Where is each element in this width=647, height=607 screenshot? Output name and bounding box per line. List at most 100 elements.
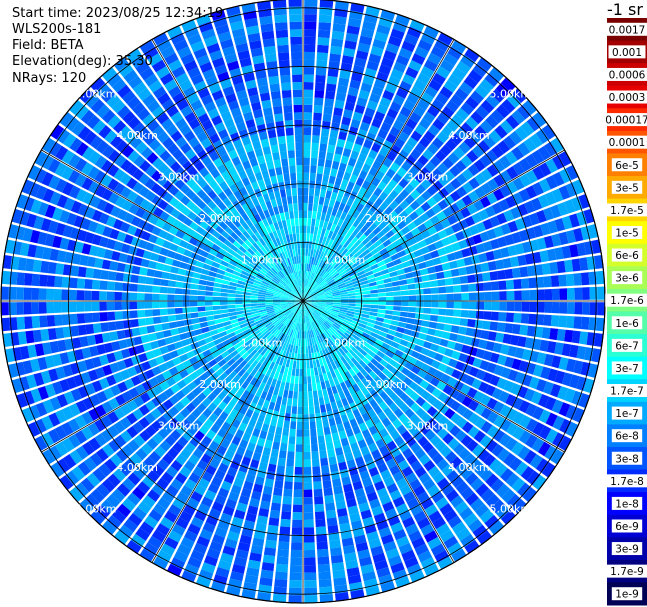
colorbar-tick-label: 1e-8 [615,498,639,510]
ppi-gate-cell [54,314,63,327]
ppi-gate-cell [322,174,330,183]
ppi-gate-cell [190,283,199,290]
ppi-gate-cell [378,292,386,297]
ppi-gate-cell [269,456,278,465]
ppi-gate-cell [446,293,454,301]
ppi-gate-cell [305,248,309,256]
ppi-gate-cell [76,313,86,324]
ppi-gate-cell [269,137,278,146]
ppi-gate-cell [544,302,553,313]
ppi-gate-cell [16,316,26,330]
ppi-gate-cell [137,284,146,293]
ppi-gate-cell [167,308,176,315]
ppi-gate-cell [293,497,303,505]
ppi-gate-cell [443,324,453,332]
ppi-gate-cell [303,497,313,505]
ppi-gate-cell [289,210,294,219]
ppi-gate-cell [397,274,407,281]
ppi-gate-cell [303,172,310,181]
ppi-gate-cell [303,436,310,445]
ppi-gate-cell [303,459,311,468]
ppi-gate-cell [174,301,183,308]
ppi-gate-cell [69,277,78,289]
ppi-gate-cell [289,383,294,392]
ppi-gate-cell [314,97,324,106]
ppi-gate-cell [266,122,276,131]
ppi-gate-cell [137,275,147,284]
ppi-gate-cell [275,472,285,482]
ppi-gate-cell [292,398,298,407]
ppi-gate-cell [303,399,309,407]
ppi-gate-cell [69,313,78,325]
ppi-gate-cell [304,36,316,45]
instrument-label: WLS200s-181 [12,22,102,37]
ppi-gate-cell [305,353,310,362]
ppi-gate-cell [299,225,303,234]
ppi-gate-cell [303,127,312,136]
ppi-gate-cell [329,129,339,139]
ppi-gate-cell [235,304,243,308]
ppi-gate-cell [392,310,401,316]
ppi-gate-cell [377,309,386,314]
ppi-gate-cell [324,434,333,443]
ppi-gate-cell [307,376,312,384]
ppi-gate-cell [257,296,266,299]
ppi-gate-cell [257,303,266,306]
ppi-gate-cell [328,456,337,465]
ppi-gate-cell [506,290,515,301]
ppi-gate-cell [303,202,308,211]
ppi-gate-cell [281,158,289,167]
ppi-gate-cell [129,301,138,310]
ppi-gate-cell [528,277,537,289]
ppi-gate-cell [291,66,303,75]
ppi-gate-cell [559,288,568,300]
ppi-gate-cell [227,304,236,309]
ppi-gate-cell [270,90,281,100]
ppi-gate-cell [23,287,32,300]
ppi-gate-cell [376,313,385,318]
colorbar-tick-label: 6e-9 [615,521,639,533]
ppi-gate-cell [297,187,303,196]
ppi-gate-cell [148,333,157,342]
ppi-gate-cell [480,330,490,340]
ppi-gate-cell [363,301,371,305]
ppi-gate-cell [300,346,303,354]
ppi-gate-cell [220,305,228,310]
ppi-gate-cell [308,240,313,249]
ppi-gate-cell [293,383,299,392]
ppi-gate-cell [267,524,279,534]
ppi-gate-cell [68,301,77,313]
ppi-gate-cell [303,112,313,121]
ppi-gate-cell [294,474,303,483]
ppi-gate-cell [309,421,316,430]
ppi-gate-cell [322,419,330,428]
ppi-gate-cell [295,451,303,460]
ppi-gate-cell [250,301,258,304]
ppi-gate-cell [299,361,303,369]
ppi-gate-cell [314,89,325,99]
ppi-gate-cell [267,129,277,139]
ppi-gate-cell [303,150,311,158]
ppi-gate-cell [497,322,506,333]
ppi-gate-cell [438,286,447,294]
ppi-gate-cell [421,320,430,328]
ppi-gate-cell [311,150,319,159]
ppi-gate-cell [305,346,309,354]
range-ring-label: 3.00km [407,419,449,432]
ppi-gate-cell [580,272,590,286]
ppi-gate-cell [316,52,329,61]
ppi-gate-cell [116,262,126,272]
ppi-gate-cell [53,302,62,313]
ppi-gate-cell [303,429,310,437]
ppi-gate-cell [153,324,163,332]
ppi-gate-cell [283,105,293,114]
ppi-gate-cell [400,290,409,296]
ppi-gate-cell [318,150,326,160]
ppi-gate-cell [403,328,413,336]
ppi-gate-cell [385,296,394,301]
ppi-gate-cell [284,481,293,490]
ppi-gate-cell [294,119,303,128]
ppi-gate-cell [152,278,162,286]
ppi-gate-cell [129,310,138,319]
ppi-gate-cell [303,527,315,536]
